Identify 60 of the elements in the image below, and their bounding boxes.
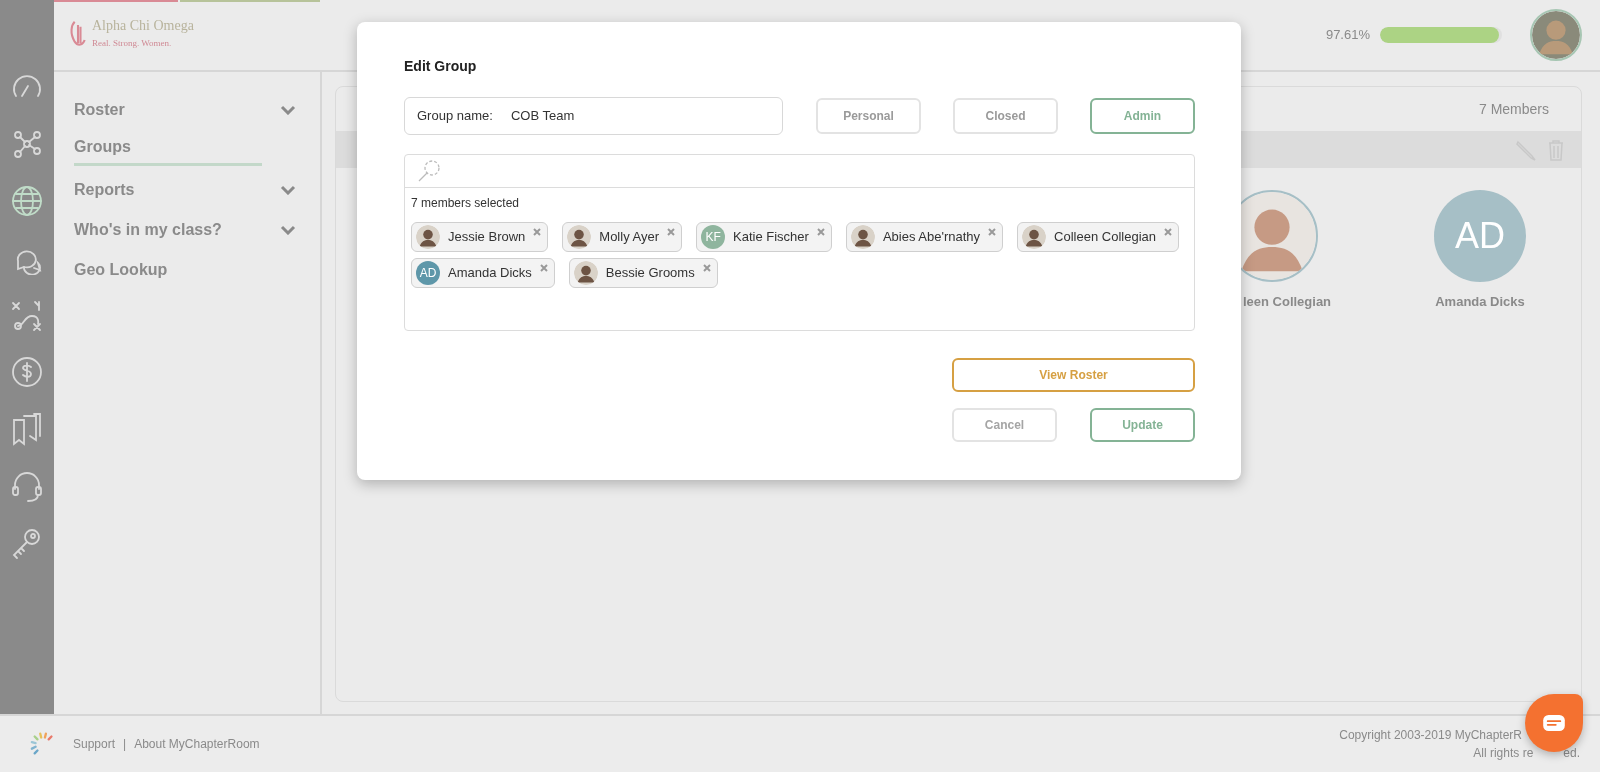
sidebar-item[interactable]: Geo Lookup bbox=[74, 250, 296, 290]
initials-avatar: KF bbox=[701, 225, 726, 249]
sidebar-item[interactable]: Groups bbox=[74, 130, 262, 166]
avatar-icon[interactable] bbox=[1530, 9, 1582, 61]
member-name: Amanda Dicks bbox=[1435, 293, 1525, 311]
avatar-icon bbox=[850, 225, 875, 249]
avatar-icon bbox=[573, 261, 598, 285]
toggle-button[interactable]: Admin bbox=[1090, 98, 1195, 134]
group-name-input[interactable]: COB Team bbox=[510, 106, 711, 126]
member-chip: Colleen Collegian bbox=[1017, 222, 1179, 252]
remove-icon[interactable] bbox=[539, 264, 548, 272]
toggle-button[interactable]: Personal bbox=[816, 98, 921, 134]
headset-icon[interactable] bbox=[10, 469, 44, 503]
avatar-icon bbox=[416, 225, 440, 249]
support-link[interactable]: Support bbox=[73, 735, 116, 753]
member-chip: Bessie Grooms bbox=[568, 258, 718, 288]
play-icon[interactable] bbox=[10, 298, 44, 332]
remove-icon[interactable] bbox=[667, 228, 676, 236]
toggle-button[interactable]: Closed bbox=[953, 98, 1058, 134]
member-chip: Jessie Brown bbox=[411, 222, 549, 252]
copyright-text: Copyright 2003-2019 MyChapterR bbox=[1339, 727, 1522, 744]
initials-avatar: AD bbox=[1434, 190, 1526, 282]
rights-text: ed. bbox=[1563, 745, 1580, 762]
rights-text: All rights re bbox=[1473, 745, 1534, 762]
remove-icon[interactable] bbox=[702, 264, 711, 272]
member-chip: AD Amanda Dicks bbox=[411, 258, 555, 288]
selected-count: 7 members selected bbox=[410, 195, 521, 212]
chevron-down-icon bbox=[280, 105, 296, 115]
avatar-icon bbox=[567, 225, 592, 249]
progress-reading: 97.61% bbox=[1325, 26, 1370, 45]
remove-icon[interactable] bbox=[816, 228, 825, 236]
dollar-icon[interactable] bbox=[10, 355, 44, 389]
remove-icon[interactable] bbox=[988, 228, 997, 236]
update-button[interactable]: Update bbox=[1090, 408, 1195, 442]
brand-tagline: Real. Strong. Women. bbox=[92, 37, 173, 51]
member-name: leen Collegian bbox=[1241, 293, 1332, 311]
sidebar-item[interactable]: Who's in my class? bbox=[74, 210, 296, 250]
sidebar-item[interactable]: Roster bbox=[74, 90, 296, 130]
brand-name: Alpha Chi Omega bbox=[92, 19, 194, 34]
about-link[interactable]: About MyChapterRoom bbox=[134, 735, 260, 753]
view-roster-button[interactable]: View Roster bbox=[952, 358, 1195, 392]
sidebar-item[interactable]: Reports bbox=[74, 170, 296, 210]
avatar-icon bbox=[1022, 225, 1047, 249]
separator: | bbox=[123, 736, 127, 753]
chevron-down-icon bbox=[280, 225, 296, 235]
remove-icon[interactable] bbox=[1164, 228, 1172, 236]
remove-icon[interactable] bbox=[533, 228, 542, 236]
member-chip: Molly Ayer bbox=[562, 222, 683, 252]
initials-avatar: AD bbox=[416, 261, 440, 285]
message-icon bbox=[1542, 714, 1566, 732]
member-count: 7 Members bbox=[1478, 99, 1549, 119]
bookmarks-icon[interactable] bbox=[10, 412, 44, 446]
group-name-field[interactable]: Group name: COB Team bbox=[404, 97, 783, 135]
member-chip: Abies Abe'rnathy bbox=[845, 222, 1004, 252]
chevron-down-icon bbox=[280, 185, 296, 195]
globe-icon[interactable] bbox=[10, 184, 44, 218]
member-chip: KF Katie Fischer bbox=[696, 222, 832, 252]
dialog-title: Edit Group bbox=[404, 57, 478, 76]
search-icon bbox=[417, 159, 441, 183]
cancel-button[interactable]: Cancel bbox=[952, 408, 1057, 442]
